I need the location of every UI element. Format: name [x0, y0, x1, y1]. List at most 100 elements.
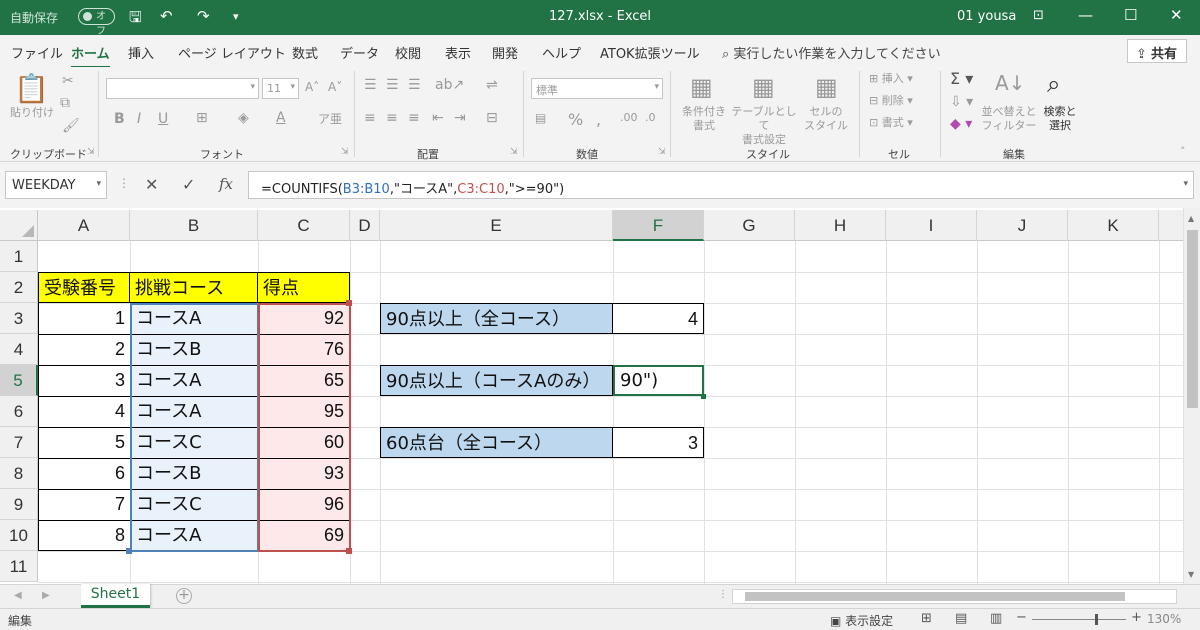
summary-label[interactable]: 90点以上（コースAのみ）: [380, 365, 613, 396]
grow-font-icon[interactable]: A˄: [305, 80, 319, 94]
shrink-font-icon[interactable]: A˅: [328, 80, 342, 94]
summary-label[interactable]: 90点以上（全コース）: [380, 303, 613, 334]
scroll-up-icon[interactable]: ▲: [1188, 214, 1194, 223]
row-header-3[interactable]: 3: [0, 303, 38, 334]
row-header-7[interactable]: 7: [0, 427, 38, 458]
tab-developer[interactable]: 開発: [492, 43, 518, 62]
page-layout-view-icon[interactable]: ▤: [955, 611, 967, 626]
number-format-combo[interactable]: 標準 ▾: [531, 78, 663, 99]
select-all-button[interactable]: [0, 210, 38, 241]
zoom-slider[interactable]: [1032, 619, 1126, 620]
column-header-g[interactable]: G: [704, 210, 795, 241]
column-header-f[interactable]: F: [613, 210, 704, 241]
dialog-launcher-icon[interactable]: ⇲: [87, 147, 95, 157]
align-bottom-icon[interactable]: ☰: [408, 77, 421, 93]
sort-filter-icon[interactable]: A↓: [995, 71, 1025, 95]
row-header-10[interactable]: 10: [0, 520, 38, 551]
prev-sheet-icon[interactable]: ◀: [14, 590, 22, 601]
ribbon-display-icon[interactable]: ⊡: [1033, 8, 1044, 23]
dialog-launcher-icon[interactable]: ⇲: [510, 147, 518, 157]
align-top-icon[interactable]: ☰: [364, 77, 377, 93]
summary-value[interactable]: 3: [613, 427, 704, 458]
comma-style-icon[interactable]: ,: [596, 110, 601, 129]
row-header-8[interactable]: 8: [0, 458, 38, 489]
column-header-h[interactable]: H: [795, 210, 886, 241]
delete-cells-button[interactable]: ⊟ 削除 ▾: [869, 94, 913, 108]
page-break-view-icon[interactable]: ▥: [990, 611, 1002, 626]
decrease-decimal-icon[interactable]: .0: [645, 111, 656, 124]
sort-filter-button[interactable]: 並べ替えと フィルター: [980, 105, 1038, 133]
dialog-launcher-icon[interactable]: ⇲: [658, 147, 666, 157]
find-select-icon[interactable]: ⌕: [1047, 70, 1060, 98]
share-button[interactable]: ⇪ 共有: [1127, 39, 1187, 63]
row-header-4[interactable]: 4: [0, 334, 38, 365]
column-header-k[interactable]: K: [1068, 210, 1159, 241]
worksheet-grid[interactable]: A B C D E F G H I J K 1 2 3 4 5 6 7 8 9 …: [0, 208, 1183, 584]
column-header-c[interactable]: C: [258, 210, 350, 241]
align-left-icon[interactable]: ≡: [364, 110, 376, 126]
formula-input[interactable]: =COUNTIFS(B3:B10,"コースA",C3:C10,">=90") ▾: [248, 171, 1194, 199]
accounting-format-icon[interactable]: ▤: [535, 111, 546, 125]
fill-handle[interactable]: [701, 394, 706, 399]
format-as-table-button[interactable]: テーブルとして 書式設定: [730, 105, 798, 147]
percent-style-icon[interactable]: %: [568, 110, 583, 129]
clear-icon[interactable]: ◆ ▾: [950, 116, 972, 132]
tab-review[interactable]: 校閲: [395, 43, 421, 62]
bold-button[interactable]: B: [114, 111, 125, 127]
column-header-b[interactable]: B: [130, 210, 258, 241]
dialog-launcher-icon[interactable]: ⇲: [341, 147, 349, 157]
conditional-formatting-button[interactable]: 条件付き 書式: [678, 105, 730, 133]
find-select-button[interactable]: 検索と 選択: [1040, 105, 1080, 133]
font-size-combo[interactable]: 11 ▾: [262, 78, 299, 99]
format-painter-icon[interactable]: 🖌: [62, 118, 80, 134]
insert-function-icon[interactable]: fx: [219, 175, 233, 193]
zoom-in-icon[interactable]: +: [1131, 610, 1142, 625]
decrease-indent-icon[interactable]: ⇤: [432, 110, 444, 126]
format-cells-button[interactable]: ⊡ 書式 ▾: [869, 116, 913, 130]
column-header-i[interactable]: I: [886, 210, 977, 241]
row-header-9[interactable]: 9: [0, 489, 38, 520]
tab-help[interactable]: ヘルプ: [542, 43, 581, 62]
border-icon[interactable]: ⊞: [196, 110, 208, 126]
column-header-e[interactable]: E: [380, 210, 613, 241]
increase-indent-icon[interactable]: ⇥: [454, 110, 466, 126]
cell-styles-button[interactable]: セルの スタイル: [800, 105, 852, 133]
row-header-6[interactable]: 6: [0, 396, 38, 427]
name-box[interactable]: WEEKDAY ▾: [5, 171, 107, 199]
active-cell-editor[interactable]: 90"): [613, 365, 704, 396]
column-header-d[interactable]: D: [350, 210, 380, 241]
scroll-down-icon[interactable]: ▼: [1188, 570, 1194, 579]
tab-insert[interactable]: 挿入: [128, 43, 154, 62]
row-header-2[interactable]: 2: [0, 272, 38, 303]
column-header-j[interactable]: J: [977, 210, 1068, 241]
align-middle-icon[interactable]: ☰: [386, 77, 399, 93]
scroll-thumb[interactable]: [1187, 230, 1198, 408]
tab-home[interactable]: ホーム: [71, 43, 110, 69]
align-center-icon[interactable]: ≡: [386, 110, 398, 126]
tab-view[interactable]: 表示: [445, 43, 471, 62]
enter-icon[interactable]: ✓: [182, 175, 195, 194]
tab-atok[interactable]: ATOK拡張ツール: [600, 43, 700, 62]
font-color-icon[interactable]: A: [276, 110, 286, 126]
maximize-icon[interactable]: ☐: [1124, 6, 1137, 24]
tab-file[interactable]: ファイル: [11, 43, 63, 62]
tell-me-search[interactable]: ⌕ 実行したい作業を入力してください: [722, 43, 941, 62]
paste-label[interactable]: 貼り付け: [10, 106, 54, 120]
cancel-icon[interactable]: ✕: [145, 175, 158, 194]
zoom-slider-knob[interactable]: [1095, 614, 1098, 625]
add-sheet-icon[interactable]: +: [176, 588, 192, 604]
zoom-out-icon[interactable]: −: [1016, 610, 1027, 625]
sheet-tab[interactable]: Sheet1: [81, 584, 150, 608]
next-sheet-icon[interactable]: ▶: [42, 590, 50, 601]
paste-icon[interactable]: 📋: [14, 72, 49, 105]
scroll-thumb[interactable]: [745, 592, 1125, 601]
row-header-5[interactable]: 5: [0, 365, 38, 396]
italic-button[interactable]: I: [137, 111, 141, 127]
column-header-a[interactable]: A: [38, 210, 130, 241]
range-handle[interactable]: [126, 548, 132, 554]
minimize-icon[interactable]: —: [1078, 6, 1093, 24]
tab-formulas[interactable]: 数式: [292, 43, 318, 62]
collapse-ribbon-icon[interactable]: ˄: [1180, 145, 1186, 158]
header-cell-exam-number[interactable]: 受験番号: [38, 272, 130, 303]
merge-center-icon[interactable]: ⊟: [486, 110, 498, 126]
